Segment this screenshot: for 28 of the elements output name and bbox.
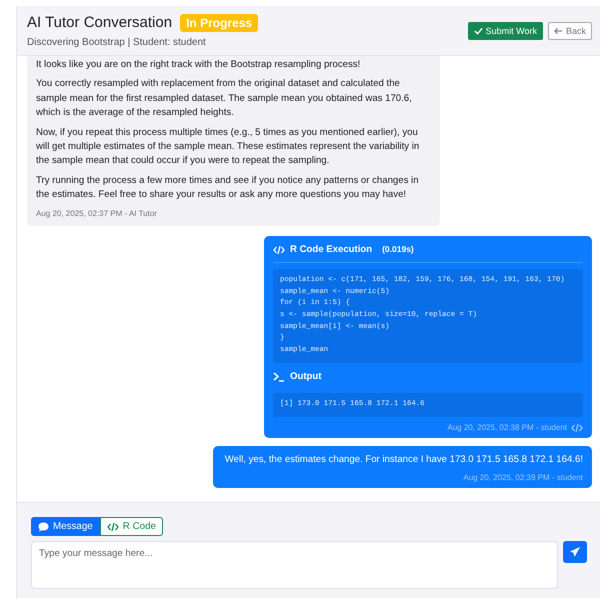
message-tab[interactable]: Message: [31, 517, 100, 536]
status-badge: In Progress: [180, 14, 258, 32]
code-icon: [571, 422, 583, 433]
code-execution-title: R Code Execution: [290, 242, 372, 257]
message-timestamp: Aug 20, 2025, 02:38 PM - student: [447, 422, 567, 434]
page-subtitle: Discovering Bootstrap | Student: student: [27, 36, 207, 48]
output-title: Output: [290, 370, 322, 384]
send-icon: [569, 546, 581, 558]
message-paragraph: You correctly resampled with replacement from the original dataset and calculated the sample mean for the first resampled dataset. The sample mean you obtained was 170.6, which is the average of the resampled heights.: [36, 77, 413, 120]
code-icon: [273, 244, 285, 255]
message-text: Well, yes, the estimates change. For instance I have 173.0 171.5 165.8 172.1 164.6!: [224, 452, 583, 467]
terminal-icon: [273, 372, 285, 382]
r-code-tab[interactable]: R Code: [100, 517, 163, 536]
check-icon: [474, 26, 483, 34]
page-title: AI Tutor Conversation: [27, 14, 172, 31]
submit-button[interactable]: Submit Work: [468, 22, 543, 40]
message-paragraph: It looks like you are on the right track with the Bootstrap resampling process!: [36, 58, 362, 72]
chat-bubble-icon: [38, 522, 49, 532]
arrow-left-icon: [554, 26, 563, 34]
code-icon: [106, 522, 119, 532]
message-timestamp: Aug 20, 2025, 02:37 PM - AI Tutor: [36, 208, 158, 220]
message-input-field[interactable]: Type your message here...: [31, 541, 558, 589]
execution-duration: (0.019s): [382, 243, 414, 256]
send-button[interactable]: [563, 541, 587, 563]
message-paragraph: Try running the process a few more times and see if you notice any patterns or changes in the estimates. Feel free to share your results or ask any more questions you may have!: [36, 174, 420, 202]
message-timestamp: Aug 20, 2025, 02:39 PM - student: [462, 472, 583, 484]
back-button[interactable]: Back: [548, 22, 592, 40]
message-paragraph: Now, if you repeat this process multiple times (e.g., 5 times as you mentioned earlier), you will get multiple estimates of the sample mean. These estimates represent the variability in the sample mean that could occur if you were to repeat the sampling.: [36, 126, 420, 168]
